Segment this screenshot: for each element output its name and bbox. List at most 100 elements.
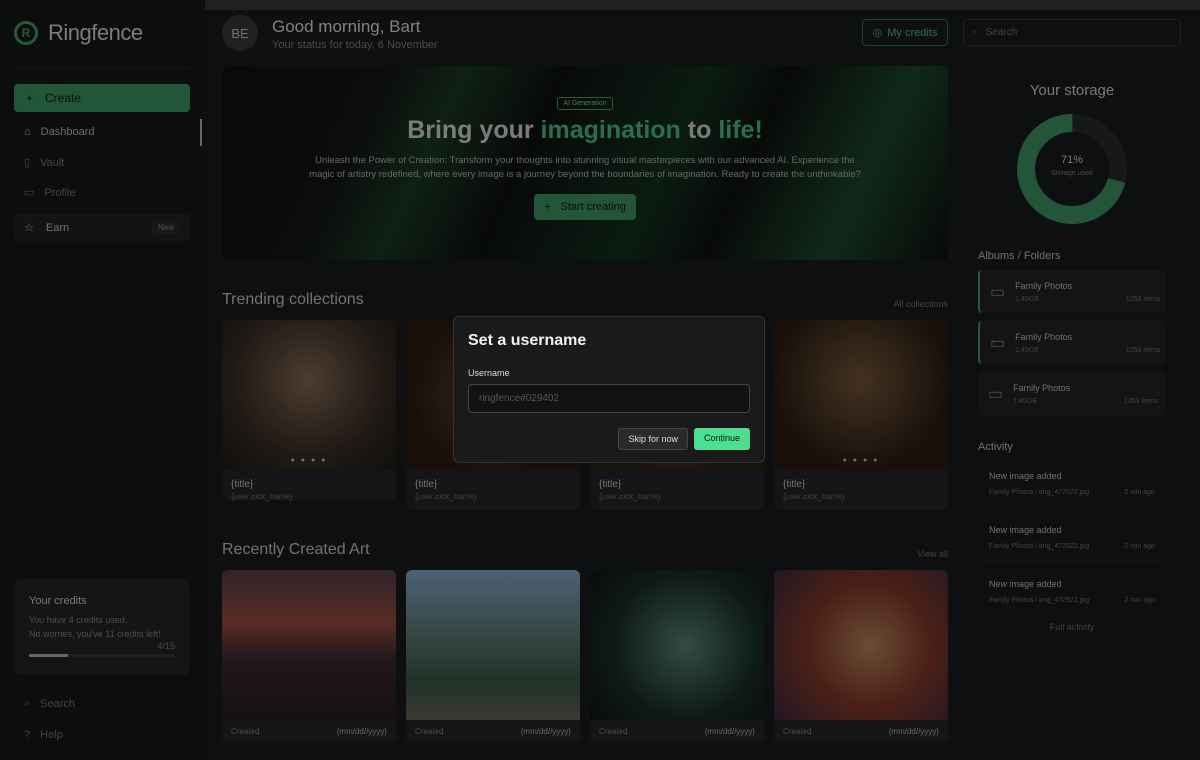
full-activity-link[interactable]: Full activity [963, 622, 1181, 632]
right-panel: Your storage 71% Storage used Albums / Fo… [963, 66, 1181, 656]
album-item[interactable]: ▭ Family Photos 1.45GB 1253 items [978, 270, 1166, 313]
created-date: {mm/dd//yyyy} [520, 727, 571, 736]
created-date: {mm/dd//yyyy} [704, 727, 755, 736]
coin-icon: ◎ [872, 27, 883, 39]
art-image [222, 570, 396, 720]
collection-image: ● ● ● ● [774, 320, 948, 470]
create-label: Create [45, 91, 82, 105]
recent-art-card[interactable]: Created {mm/dd//yyyy} [222, 570, 396, 743]
activity-path: Family Photos / img_472922.jpg [989, 489, 1089, 496]
carousel-dots[interactable]: ● ● ● ● [774, 457, 948, 464]
sidebar-item-help[interactable]: ? Help [24, 729, 63, 741]
album-item[interactable]: ▭ Family Photos 1.45GB 1253 items [978, 372, 1166, 415]
card-title: {title} [415, 479, 438, 490]
hero-description: Unleash the Power of Creation: Transform… [309, 155, 861, 180]
activity-title-text: New image added [989, 525, 1062, 535]
sidebar: R Ringfence + Create ⌂ Dashboard ▯ Vault ▭ Pr… [0, 0, 203, 760]
search-input[interactable]: ⌕ Search [963, 19, 1181, 46]
credits-used-text: You have 4 credits used. [29, 615, 128, 625]
hero-title-highlight: imagination [540, 116, 681, 144]
search-icon: ⌕ [972, 27, 978, 38]
folder-icon: ▭ [988, 385, 1004, 403]
credits-title: Your credits [29, 595, 87, 607]
active-indicator [200, 119, 202, 146]
file-icon: ▯ [24, 157, 31, 169]
nav-label: Search [40, 697, 76, 710]
avatar[interactable]: BE [222, 15, 258, 51]
album-size: 1.45GB [1015, 346, 1039, 354]
continue-button[interactable]: Continue [693, 428, 750, 450]
my-credits-label: My credits [887, 26, 938, 39]
greeting: Good morning, Bart [272, 17, 421, 36]
trending-card[interactable]: ● ● ● ● {title} {user.nick_name} [774, 320, 948, 510]
album-size: 1.45GB [1015, 295, 1039, 303]
storage-title: Your storage [1029, 82, 1115, 99]
art-image [590, 570, 764, 720]
collection-image: ● ● ● ● [222, 320, 396, 470]
credits-left-text: No worries, you've 11 credits left! [29, 629, 161, 639]
activity-title: Activity [978, 441, 1013, 453]
username-input[interactable] [468, 384, 750, 413]
new-badge: New [151, 221, 180, 234]
all-collections-link[interactable]: All collections [893, 299, 948, 309]
view-all-link[interactable]: View all [917, 549, 948, 559]
art-image [406, 570, 580, 720]
activity-time: 2 min ago [1124, 597, 1155, 604]
username-label: Username [468, 368, 510, 378]
skip-for-now-button[interactable]: Skip for now [618, 428, 688, 450]
card-user: {user.nick_name} [231, 492, 293, 501]
album-name: Family Photos [1013, 382, 1071, 393]
sidebar-item-search[interactable]: ⌕ Search [24, 697, 75, 710]
album-name: Family Photos [1015, 331, 1073, 342]
dialog-title: Set a username [468, 332, 587, 349]
recent-art-card[interactable]: Created {mm/dd//yyyy} [590, 570, 764, 743]
album-item[interactable]: ▭ Family Photos 1.45GB 1253 items [978, 321, 1166, 364]
recent-art-card[interactable]: Created {mm/dd//yyyy} [774, 570, 948, 743]
trending-title: Trending collections [222, 291, 364, 308]
start-creating-button[interactable]: + Start creating [534, 194, 636, 220]
ringfence-logo-icon: R [14, 21, 38, 45]
nav-label: Dashboard [40, 126, 95, 138]
plus-icon: + [544, 201, 551, 213]
sidebar-item-profile[interactable]: ▭ Profile [24, 186, 76, 200]
activity-time: 2 min ago [1124, 489, 1155, 496]
top-strip [205, 0, 1200, 10]
activity-item[interactable]: New image added Family Photos / img_47292… [978, 462, 1166, 507]
activity-path: Family Photos / img_472922.jpg [989, 543, 1089, 550]
nav-label: Help [40, 729, 63, 741]
carousel-dots[interactable]: ● ● ● ● [222, 457, 396, 464]
brand-name: Ringfence [48, 20, 143, 45]
created-label: Created [783, 727, 812, 736]
activity-item[interactable]: New image added Family Photos / img_47292… [978, 516, 1166, 561]
recent-title: Recently Created Art [222, 541, 370, 558]
card-user: {user.nick_name} [599, 492, 661, 501]
recent-art-card[interactable]: Created {mm/dd//yyyy} [406, 570, 580, 743]
activity-title-text: New image added [989, 471, 1062, 481]
album-count: 1253 items [1125, 346, 1161, 354]
sidebar-item-dashboard[interactable]: ⌂ Dashboard [24, 126, 94, 138]
sidebar-item-vault[interactable]: ▯ Vault [24, 156, 64, 170]
card-user: {user.nick_name} [783, 492, 845, 501]
trending-card[interactable]: ● ● ● ● {title} {user.nick_name} [222, 320, 396, 501]
logo[interactable]: R Ringfence [14, 20, 143, 46]
hero-title: Bring your imagination to life! [222, 116, 948, 145]
hero-title-part: Bring your [407, 116, 541, 144]
card-title: {title} [783, 479, 806, 490]
create-button[interactable]: + Create [14, 84, 190, 112]
album-name: Family Photos [1015, 280, 1073, 291]
activity-time: 2 min ago [1124, 543, 1155, 550]
credits-count: 4/15 [157, 641, 175, 651]
home-icon: ⌂ [24, 126, 31, 138]
my-credits-button[interactable]: ◎ My credits [862, 19, 948, 46]
star-icon: ☆ [24, 222, 34, 234]
card-footer: Created {mm/dd//yyyy} [774, 720, 948, 743]
albums-title: Albums / Folders [978, 250, 1061, 262]
card-footer: Created {mm/dd//yyyy} [406, 720, 580, 743]
plus-icon: + [26, 91, 34, 105]
folder-icon: ▭ [990, 283, 1006, 301]
card-title: {title} [599, 479, 622, 490]
folder-icon: ▭ [24, 187, 35, 199]
help-icon: ? [24, 729, 31, 741]
activity-item[interactable]: New image added Family Photos / img_47292… [978, 570, 1166, 615]
sidebar-item-earn[interactable]: ☆ Earn New [14, 214, 190, 241]
